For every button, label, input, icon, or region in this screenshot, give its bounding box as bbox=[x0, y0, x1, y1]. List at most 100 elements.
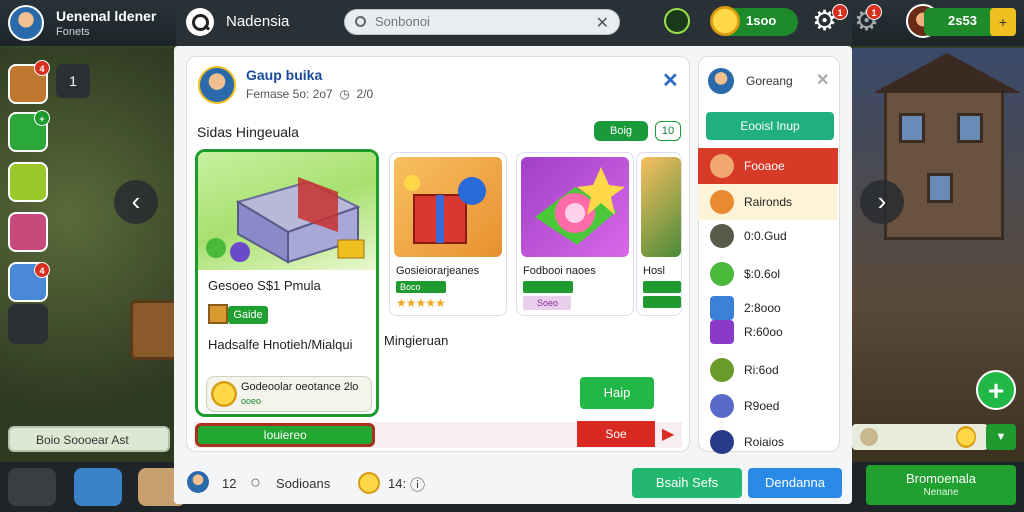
buy-button[interactable]: Iouiereo bbox=[195, 423, 375, 447]
side-item-label: 2:8ooo bbox=[744, 301, 781, 315]
clipboard-icon[interactable] bbox=[8, 304, 48, 344]
add-fab-button[interactable]: + bbox=[976, 370, 1016, 410]
bell-icon[interactable] bbox=[74, 468, 122, 506]
featured-price-title: Godeoolar oeotance 2lo bbox=[241, 381, 359, 393]
side-list-item[interactable]: $:0.6ol bbox=[698, 256, 838, 292]
side-item-label: Fooaoe bbox=[744, 159, 785, 173]
side-title: Goreang bbox=[746, 74, 793, 88]
cookie-icon bbox=[710, 190, 734, 214]
side-item-label: Roiaios bbox=[744, 435, 785, 449]
footer-green-button[interactable]: Bsaih Sefs bbox=[632, 468, 742, 498]
item-card[interactable]: Fodbooi naoes Soeo bbox=[516, 152, 634, 316]
puzzle-icon[interactable] bbox=[8, 468, 56, 506]
magic-swirl-illustration bbox=[535, 167, 625, 245]
side-item-label: Raironds bbox=[744, 195, 793, 209]
player-avatar[interactable] bbox=[8, 5, 44, 41]
gold-value: 2s53 bbox=[948, 13, 977, 28]
side-list-item[interactable]: Raironds bbox=[698, 184, 838, 220]
featured-item-card[interactable]: Gesoeo S$1 Pmula Gaide Hadsalfe Hnotieh/… bbox=[195, 149, 379, 417]
big-green-label: Bromoenala bbox=[905, 471, 977, 486]
search-icon[interactable]: ○ bbox=[250, 472, 261, 493]
gear-badge: 1 bbox=[832, 4, 848, 20]
left-status-pill[interactable]: Boio Soooear Ast bbox=[8, 426, 170, 452]
house-window bbox=[957, 113, 983, 143]
coin-icon bbox=[211, 381, 237, 407]
filter-chip-secondary[interactable]: 10 bbox=[655, 121, 681, 141]
coin-icon bbox=[956, 426, 976, 448]
forest-scenery-left bbox=[0, 48, 175, 468]
leaf-icon bbox=[710, 358, 734, 382]
wooden-crate bbox=[130, 300, 180, 360]
quests-tool[interactable] bbox=[8, 212, 48, 252]
side-avatar bbox=[706, 66, 736, 96]
mail-badge: 4 bbox=[34, 262, 50, 278]
featured-price-row: Godeoolar oeotance 2lo ooeo bbox=[206, 376, 372, 412]
star-rating: ★★★★★ bbox=[396, 296, 446, 310]
item-card[interactable]: Gosieiorarjeanes Boco ★★★★★ bbox=[389, 152, 507, 316]
side-list-item[interactable]: Roiaios bbox=[698, 424, 838, 460]
plant-icon bbox=[710, 262, 734, 286]
search-field[interactable]: ✕ bbox=[344, 9, 620, 35]
hero-icon bbox=[710, 394, 734, 418]
item-tag: Boco bbox=[396, 281, 446, 293]
search-icon[interactable] bbox=[186, 8, 214, 36]
map-tool[interactable] bbox=[8, 162, 48, 202]
clock-icon: ◷ bbox=[336, 87, 354, 101]
add-gold-button[interactable]: + bbox=[990, 8, 1016, 36]
character-icon bbox=[710, 154, 734, 178]
side-list-item[interactable]: Fooaoe bbox=[698, 148, 838, 184]
quest-icon[interactable] bbox=[664, 8, 690, 34]
clear-search-icon[interactable]: ✕ bbox=[596, 13, 609, 33]
red-action-button[interactable]: Soe bbox=[577, 421, 655, 447]
footer-search-label[interactable]: Sodioans bbox=[276, 476, 330, 491]
help-button[interactable]: Haip bbox=[580, 377, 654, 409]
player-status: Fonets bbox=[56, 26, 90, 38]
info-icon[interactable]: ⓘ bbox=[410, 474, 425, 495]
hand-icon bbox=[860, 428, 878, 446]
side-item-label: $:0.6ol bbox=[744, 267, 781, 281]
house-illustration bbox=[873, 53, 1021, 240]
left-pill-label: Boio Soooear Ast bbox=[36, 433, 129, 447]
close-dialog-icon[interactable]: ✕ bbox=[662, 68, 679, 93]
footer-blue-button[interactable]: Dendanna bbox=[748, 468, 842, 498]
side-item-label: 0:0.Gud bbox=[744, 229, 787, 243]
item-tag bbox=[523, 281, 573, 293]
coin-icon bbox=[710, 6, 740, 36]
inventory-badge: 4 bbox=[34, 60, 50, 76]
treasure-chest-illustration bbox=[206, 177, 365, 264]
search-input[interactable] bbox=[375, 14, 595, 29]
side-item-label: R:60oo bbox=[744, 325, 783, 339]
header-title: Nadensia bbox=[226, 13, 290, 30]
dialog-subtitle-text: Femase 5o: 2o7 bbox=[246, 87, 333, 101]
chest-stack-image bbox=[641, 157, 681, 257]
item-title: Fodbooi naoes bbox=[523, 265, 596, 277]
dialog-subtitle: Femase 5o: 2o7 ◷ 2/0 bbox=[246, 87, 373, 101]
filter-chip-primary[interactable]: Boig bbox=[594, 121, 648, 141]
red-arrow-icon[interactable]: ▶ bbox=[662, 424, 674, 444]
previous-arrow-icon[interactable]: ‹ bbox=[114, 180, 158, 224]
side-item-label: R9oed bbox=[744, 399, 780, 413]
item-title: Gosieiorarjeanes bbox=[396, 265, 480, 277]
side-list-item[interactable]: R:60oo bbox=[698, 314, 838, 350]
item-title: Hosl bbox=[643, 265, 666, 277]
footer-avatar bbox=[186, 470, 210, 494]
dialog-title: Gaup buika bbox=[246, 67, 323, 83]
chevron-down-icon[interactable]: ▼ bbox=[986, 424, 1016, 450]
featured-tag: Gaide bbox=[228, 306, 268, 324]
magnifier-icon bbox=[355, 16, 366, 27]
featured-price-sub: ooeo bbox=[241, 396, 262, 406]
featured-title: Gesoeo S$1 Pmula bbox=[208, 278, 321, 293]
next-arrow-icon[interactable]: › bbox=[860, 180, 904, 224]
side-list-item[interactable]: 0:0.Gud bbox=[698, 218, 838, 254]
shield-icon bbox=[710, 430, 734, 454]
lock-icon[interactable]: 1 bbox=[56, 64, 90, 98]
close-side-icon[interactable]: ✕ bbox=[816, 70, 829, 90]
item-tag bbox=[643, 281, 681, 293]
item-card[interactable]: Hosl bbox=[636, 152, 682, 316]
side-list-item[interactable]: Ri:6od bbox=[698, 352, 838, 388]
side-primary-button[interactable]: Eooisl Inup bbox=[706, 112, 834, 140]
crafting-badge: + bbox=[34, 110, 50, 126]
big-green-button[interactable]: Bromoenala Nenane bbox=[866, 465, 1016, 505]
side-list-item[interactable]: R9oed bbox=[698, 388, 838, 424]
item-tag bbox=[643, 296, 681, 308]
